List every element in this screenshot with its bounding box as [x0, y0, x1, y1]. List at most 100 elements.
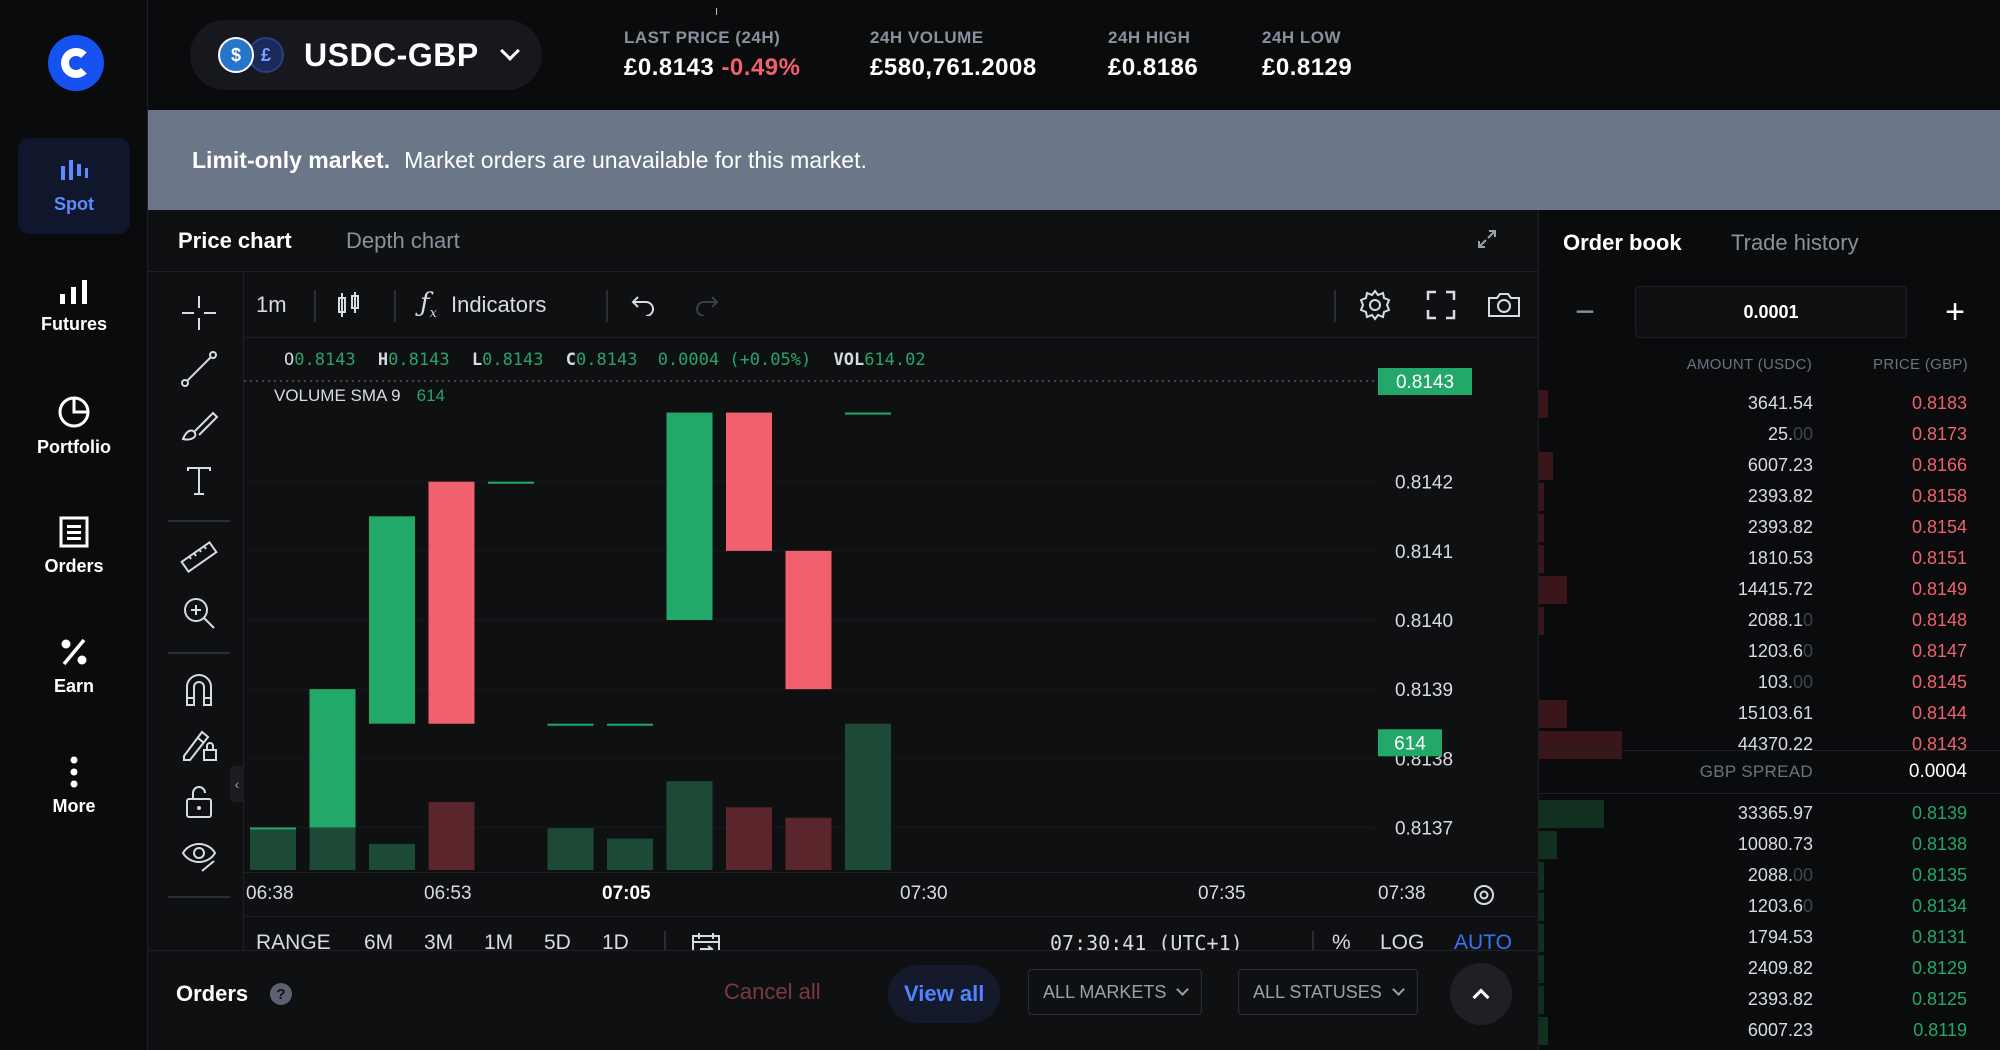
increase-step-button[interactable]: + — [1919, 286, 1991, 338]
tab-price-chart[interactable]: Price chart — [178, 228, 292, 254]
zoom-in-icon[interactable] — [176, 590, 222, 636]
statuses-filter[interactable]: ALL STATUSES — [1238, 969, 1418, 1015]
bid-row[interactable]: 2409.82 0.8129 — [1539, 953, 2000, 984]
sidebar-item-more[interactable]: More — [18, 738, 130, 834]
pair-selector[interactable]: $ £ USDC-GBP — [190, 20, 542, 90]
order-book-panel: Order book Trade history − + AMOUNT (USD… — [1538, 210, 2000, 1050]
sidebar-item-portfolio[interactable]: Portfolio — [18, 378, 130, 474]
ask-row[interactable]: 25.00 0.8173 — [1539, 419, 2000, 450]
price-column-header: PRICE (GBP) — [1873, 356, 1968, 373]
price-chart[interactable]: 0.8142 0.8141 0.8140 0.8139 0.8138 0.8137 0.81… — [244, 338, 1538, 872]
crosshair-icon[interactable] — [176, 290, 222, 336]
ask-row[interactable]: 3641.54 0.8183 — [1539, 388, 2000, 419]
close-value: 0.8143 — [576, 350, 638, 370]
cancel-all-button[interactable]: Cancel all — [724, 979, 821, 1005]
decrease-step-button[interactable]: − — [1549, 286, 1621, 338]
magnet-icon[interactable] — [176, 666, 222, 712]
ask-row[interactable]: 2088.10 0.8148 — [1539, 605, 2000, 636]
sidebar-item-earn[interactable]: Earn — [18, 618, 130, 714]
bar-chart-icon — [58, 278, 90, 306]
y-tick-label: 0.8142 — [1395, 473, 1453, 494]
chart-settings-icon[interactable] — [1358, 272, 1392, 338]
depth-bar — [1539, 452, 1553, 480]
open-value: 0.8143 — [294, 350, 356, 370]
ask-row[interactable]: 2393.82 0.8158 — [1539, 481, 2000, 512]
row-amount-value: 1810.53 — [1747, 548, 1813, 568]
row-amount-value: 2088. — [1747, 865, 1793, 885]
row-amount: 33365.97 — [1738, 803, 1813, 824]
trend-line-icon[interactable] — [176, 346, 222, 392]
fullscreen-icon[interactable] — [1426, 272, 1456, 338]
eye-icon[interactable] — [176, 834, 222, 880]
unlock-icon[interactable] — [176, 778, 222, 824]
volume-bar — [726, 807, 772, 870]
undo-icon[interactable] — [630, 272, 656, 338]
tab-depth-chart[interactable]: Depth chart — [346, 228, 460, 254]
markets-filter[interactable]: ALL MARKETS — [1028, 969, 1203, 1015]
help-icon[interactable]: ? — [270, 983, 292, 1005]
sidebar-item-label: Portfolio — [37, 436, 111, 457]
candle-type-icon[interactable] — [336, 272, 362, 338]
view-all-button[interactable]: View all — [888, 965, 1001, 1023]
depth-bar — [1539, 483, 1544, 511]
camera-icon[interactable] — [1486, 272, 1522, 338]
bid-row[interactable]: 2088.00 0.8135 — [1539, 860, 2000, 891]
row-amount-padding: 00 — [1792, 424, 1813, 444]
ask-row[interactable]: 1203.60 0.8147 — [1539, 636, 2000, 667]
redo-icon[interactable] — [694, 272, 720, 338]
row-amount-value: 1794.53 — [1747, 927, 1813, 947]
ask-row[interactable]: 14415.72 0.8149 — [1539, 574, 2000, 605]
ruler-icon[interactable] — [176, 534, 222, 580]
axis-settings-icon[interactable] — [1472, 883, 1496, 912]
bid-row[interactable]: 10080.73 0.8138 — [1539, 829, 2000, 860]
step-size-input[interactable] — [1635, 286, 1907, 338]
candle — [369, 516, 415, 724]
row-amount: 2393.82 — [1748, 517, 1813, 538]
tab-order-book[interactable]: Order book — [1563, 230, 1682, 256]
row-price: 0.8149 — [1911, 579, 1967, 599]
ask-row[interactable]: 2393.82 0.8154 — [1539, 512, 2000, 543]
bid-row[interactable]: 1794.53 0.8131 — [1539, 922, 2000, 953]
sidebar-item-orders[interactable]: Orders — [18, 498, 130, 594]
indicators-button[interactable]: ƒx Indicators — [420, 272, 546, 338]
text-tool-icon[interactable] — [176, 458, 222, 504]
interval-selector[interactable]: 1m — [256, 272, 287, 338]
depth-bar — [1539, 955, 1544, 983]
document-list-icon — [59, 516, 89, 548]
function-icon: ƒx — [420, 288, 437, 322]
bid-row[interactable]: 6007.23 0.8119 — [1539, 1015, 2000, 1046]
row-amount-value: 3641.54 — [1747, 393, 1813, 413]
sidebar-item-futures[interactable]: Futures — [18, 258, 130, 354]
collapse-tools-icon[interactable]: ‹ — [230, 766, 244, 802]
lock-drawing-icon[interactable] — [176, 722, 222, 768]
depth-bar — [1539, 390, 1549, 418]
x-tick-label: 07:30 — [900, 883, 948, 904]
bid-row[interactable]: 33365.97 0.8139 — [1539, 798, 2000, 829]
expand-orders-button[interactable] — [1450, 963, 1512, 1025]
volume-bar — [428, 802, 475, 870]
ask-row[interactable]: 15103.61 0.8144 — [1539, 698, 2000, 729]
candle — [488, 481, 534, 484]
ask-row[interactable]: 103.00 0.8145 — [1539, 667, 2000, 698]
candlestick-chart: 0.81420.81410.81400.81390.81380.81370.81… — [244, 368, 1472, 870]
spread-label: GBP SPREAD — [1699, 762, 1813, 781]
sidebar-item-label: Futures — [40, 313, 107, 334]
ask-row[interactable]: 1810.53 0.8151 — [1539, 543, 2000, 574]
tab-trade-history[interactable]: Trade history — [1731, 230, 1859, 256]
depth-bar — [1539, 924, 1544, 952]
stat-label: 24H VOLUME — [870, 28, 984, 47]
expand-icon[interactable] — [1476, 228, 1498, 255]
brush-icon[interactable] — [176, 402, 222, 448]
pair-name: USDC-GBP — [304, 36, 479, 73]
volume-bar — [250, 828, 296, 870]
row-amount-value: 6007.23 — [1747, 455, 1813, 475]
bid-row[interactable]: 1203.60 0.8134 — [1539, 891, 2000, 922]
sidebar-item-spot[interactable]: Spot — [18, 138, 130, 234]
bid-row[interactable]: 2393.82 0.8125 — [1539, 984, 2000, 1015]
row-amount-padding: 00 — [1792, 865, 1813, 885]
row-price: 0.8147 — [1911, 641, 1967, 661]
ask-row[interactable]: 6007.23 0.8166 — [1539, 450, 2000, 481]
chevron-down-icon — [499, 41, 520, 61]
coinbase-logo[interactable] — [48, 35, 104, 91]
stat-value: £0.8129 — [1262, 54, 1353, 81]
